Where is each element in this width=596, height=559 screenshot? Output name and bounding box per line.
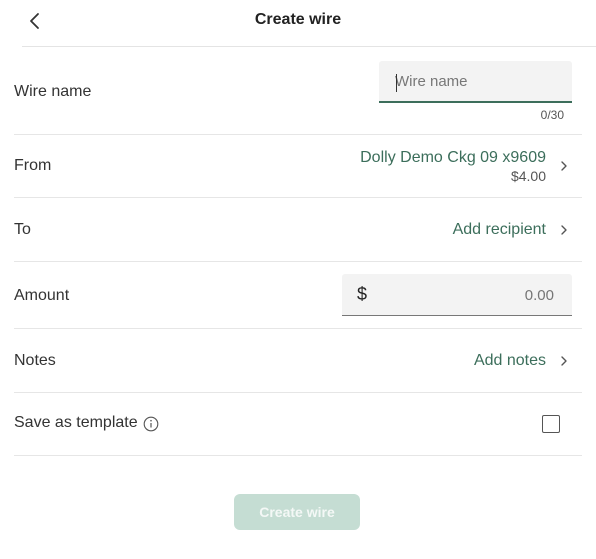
page-header: Create wire [0,0,596,44]
divider [14,197,582,198]
currency-symbol: $ [357,284,368,304]
amount-label: Amount [14,287,70,304]
divider [14,328,582,329]
page-title: Create wire [254,11,342,28]
to-label: To [14,221,31,238]
divider [14,455,582,456]
chevron-right-icon[interactable] [559,355,569,367]
header-divider [22,46,596,47]
add-notes-link[interactable]: Add notes [474,352,546,370]
amount-input[interactable] [394,274,554,316]
info-icon[interactable] [143,416,159,432]
from-account-selector[interactable]: Dolly Demo Ckg 09 x9609 $4.00 [360,149,546,184]
save-template-label: Save as template [14,414,138,431]
from-account-name: Dolly Demo Ckg 09 x9609 [360,149,546,166]
wire-name-input[interactable] [379,61,572,103]
amount-field: $ [342,274,572,316]
save-template-checkbox[interactable] [542,415,560,433]
chevron-right-icon[interactable] [559,224,569,236]
from-label: From [14,157,52,174]
divider [14,134,582,135]
text-cursor [396,74,397,92]
add-recipient-link[interactable]: Add recipient [453,221,546,239]
wire-name-counter: 0/30 [540,108,564,122]
divider [14,261,582,262]
wire-name-label: Wire name [14,83,92,100]
create-wire-button[interactable]: Create wire [234,494,360,530]
chevron-right-icon[interactable] [559,160,569,172]
divider [14,392,582,393]
notes-label: Notes [14,352,56,369]
from-account-balance: $4.00 [510,168,546,184]
